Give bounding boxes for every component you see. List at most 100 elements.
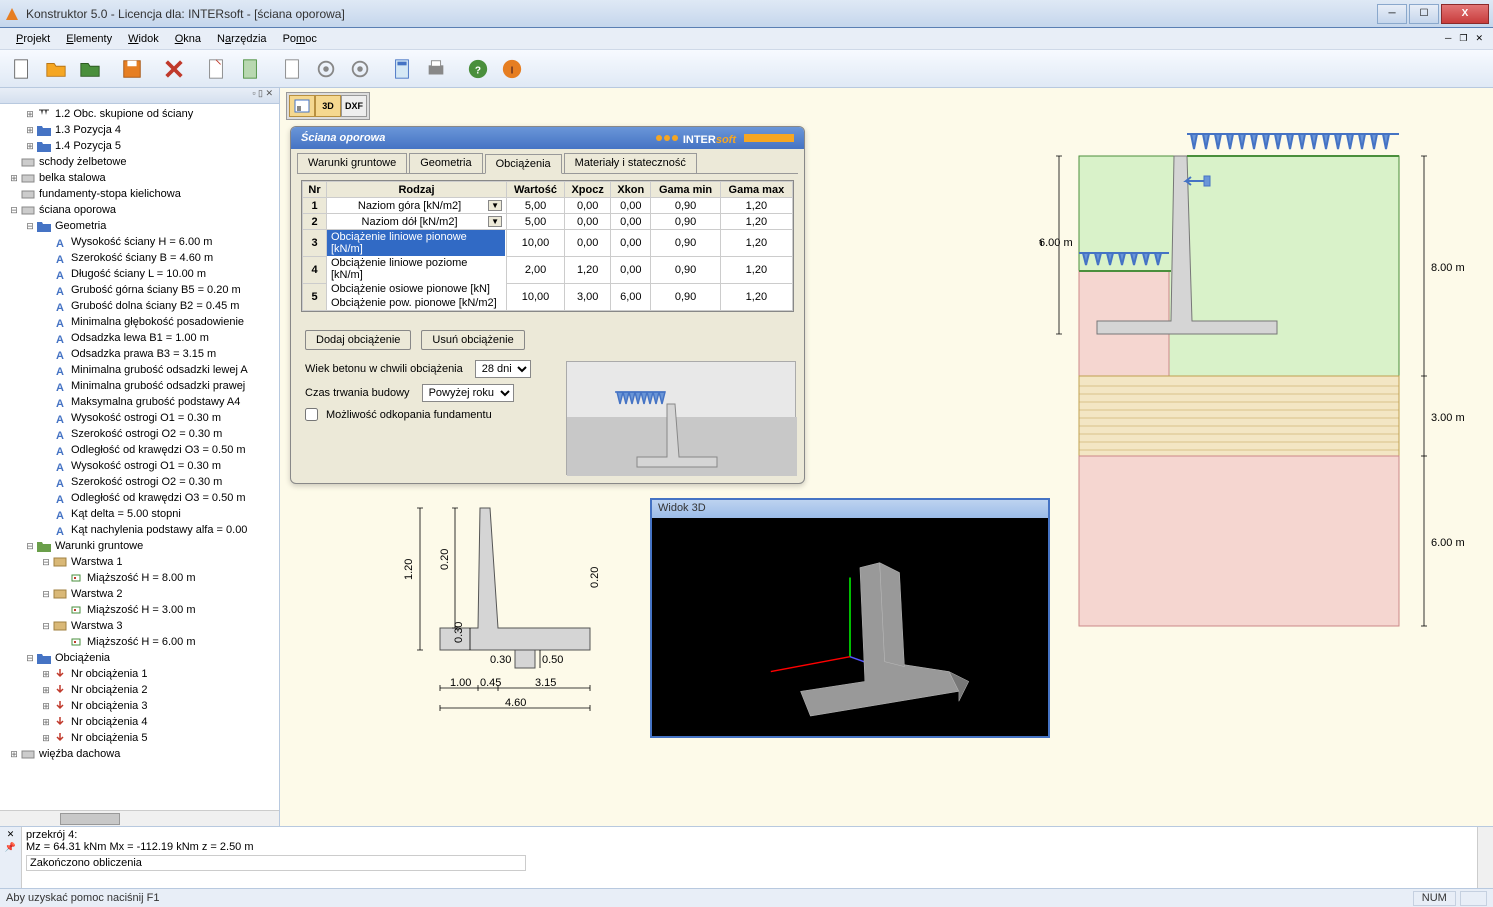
tab-1[interactable]: Geometria (409, 153, 482, 173)
tb-page[interactable] (276, 53, 308, 85)
tree-row[interactable]: AWysokość ostrogi O1 = 0.30 m (0, 410, 279, 426)
select-wiek[interactable]: 28 dni (475, 360, 531, 378)
tb-gear2[interactable] (344, 53, 376, 85)
tree-row[interactable]: ⊞więźba dachowa (0, 746, 279, 762)
status-num: NUM (1413, 891, 1456, 906)
tb-new[interactable] (6, 53, 38, 85)
svg-text:0.30: 0.30 (490, 654, 511, 666)
tree-row[interactable]: ASzerokość ostrogi O2 = 0.30 m (0, 426, 279, 442)
tb-delete[interactable] (158, 53, 190, 85)
mdi-restore[interactable]: ❐ (1457, 33, 1469, 44)
select-czas[interactable]: Powyżej roku (422, 384, 514, 402)
svg-text:A: A (56, 270, 64, 280)
tb-doc2[interactable] (234, 53, 266, 85)
btn-del-load[interactable]: Usuń obciążenie (421, 330, 524, 350)
svg-text:0.20: 0.20 (439, 549, 451, 570)
menu-pomoc[interactable]: Pomoc (275, 31, 325, 47)
minimize-button[interactable]: ─ (1377, 4, 1407, 24)
chk-odkop[interactable]: Możliwość odkopania fundamentu (305, 408, 492, 421)
tree-row[interactable]: ⊟ściana oporowa (0, 202, 279, 218)
tree-row[interactable]: AGrubość dolna ściany B2 = 0.45 m (0, 298, 279, 314)
tree-row[interactable]: ⊞belka stalowa (0, 170, 279, 186)
tree-row[interactable]: ⊟Geometria (0, 218, 279, 234)
tree-row[interactable]: AOdsadzka lewa B1 = 1.00 m (0, 330, 279, 346)
load-grid[interactable]: NrRodzajWartośćXpoczXkonGama minGama max… (301, 180, 794, 312)
mdi-close[interactable]: ✕ (1473, 33, 1485, 44)
widok-3d[interactable]: Widok 3D (650, 498, 1050, 738)
tree-row[interactable]: ⊞Nr obciążenia 5 (0, 730, 279, 746)
tree-row[interactable]: ⊟Obciążenia (0, 650, 279, 666)
tree-row[interactable]: ⊞Nr obciążenia 3 (0, 698, 279, 714)
tb-open[interactable] (40, 53, 72, 85)
menu-widok[interactable]: Widok (120, 31, 167, 47)
dd-option[interactable]: Obciążenie liniowe pionowe [kN/m] (327, 230, 505, 256)
tree-row[interactable]: ⊟Warstwa 3 (0, 618, 279, 634)
mdi-minimize[interactable]: ─ (1443, 33, 1453, 44)
tree-row[interactable]: fundamenty-stopa kielichowa (0, 186, 279, 202)
tree-row[interactable]: AOdległość od krawędzi O3 = 0.50 m (0, 490, 279, 506)
out-pin[interactable]: 📌 (5, 842, 16, 853)
tree-row[interactable]: Miąższość H = 3.00 m (0, 602, 279, 618)
tree-row[interactable]: ⊟Warunki gruntowe (0, 538, 279, 554)
menu-narzedzia[interactable]: Narzędzia (209, 31, 275, 47)
view-3d[interactable]: 3D (315, 95, 341, 117)
tree-row[interactable]: ⊞1.4 Pozycja 5 (0, 138, 279, 154)
tree-row[interactable]: ⊞Nr obciążenia 2 (0, 682, 279, 698)
tb-open2[interactable] (74, 53, 106, 85)
tree-row[interactable]: AKąt delta = 5.00 stopni (0, 506, 279, 522)
tab-3[interactable]: Materiały i stateczność (564, 153, 697, 173)
tree-row[interactable]: ⊞Nr obciążenia 4 (0, 714, 279, 730)
tab-0[interactable]: Warunki gruntowe (297, 153, 407, 173)
tb-print[interactable] (420, 53, 452, 85)
tree-row[interactable]: AMinimalna grubość odsadzki lewej A (0, 362, 279, 378)
titlebar: Konstruktor 5.0 - Licencja dla: INTERsof… (0, 0, 1493, 28)
tree-h-scroll[interactable] (0, 810, 279, 826)
dd-option[interactable]: Obciążenie pow. pionowe [kN/m2] (327, 296, 505, 310)
output-input[interactable] (26, 855, 526, 871)
tree-row[interactable]: schody żelbetowe (0, 154, 279, 170)
tree-panel-header: ▫ ▯ ✕ (0, 88, 279, 104)
out-close[interactable]: ✕ (7, 829, 15, 840)
tb-calc[interactable] (386, 53, 418, 85)
tb-doc1[interactable] (200, 53, 232, 85)
tree-row[interactable]: ⊞1.3 Pozycja 4 (0, 122, 279, 138)
tree-row[interactable]: AKąt nachylenia podstawy alfa = 0.00 (0, 522, 279, 538)
tree-row[interactable]: AGrubość górna ściany B5 = 0.20 m (0, 282, 279, 298)
output-vscroll[interactable] (1477, 827, 1493, 888)
tree-row[interactable]: ⊞Nr obciążenia 1 (0, 666, 279, 682)
project-tree[interactable]: ⊞1.2 Obc. skupione od ściany⊞1.3 Pozycja… (0, 104, 279, 810)
tree-row[interactable]: ⊟Warstwa 1 (0, 554, 279, 570)
dd-option[interactable]: Obciążenie osiowe pionowe [kN] (327, 282, 505, 296)
tree-row[interactable]: AOdsadzka prawa B3 = 3.15 m (0, 346, 279, 362)
menu-okna[interactable]: Okna (167, 31, 209, 47)
tree-row[interactable]: ⊟Warstwa 2 (0, 586, 279, 602)
dd-option[interactable]: Obciążenie liniowe poziome [kN/m] (327, 256, 505, 282)
menu-elementy[interactable]: Elementy (58, 31, 120, 47)
tb-info[interactable]: I (496, 53, 528, 85)
view-dxf[interactable]: DXF (341, 95, 367, 117)
tree-row[interactable]: Miąższość H = 8.00 m (0, 570, 279, 586)
tree-row[interactable]: ASzerokość ściany B = 4.60 m (0, 250, 279, 266)
tree-row[interactable]: AMinimalna głębokość posadowienie (0, 314, 279, 330)
view-2d[interactable] (289, 95, 315, 117)
tree-row[interactable]: ADługość ściany L = 10.00 m (0, 266, 279, 282)
close-button[interactable]: X (1441, 4, 1489, 24)
svg-text:0.20: 0.20 (589, 567, 601, 588)
tree-row[interactable]: AWysokość ściany H = 6.00 m (0, 234, 279, 250)
svg-text:8.00 m: 8.00 m (1431, 262, 1465, 274)
tree-row[interactable]: AMaksymalna grubość podstawy A4 (0, 394, 279, 410)
widok-3d-canvas[interactable] (652, 518, 1048, 736)
maximize-button[interactable]: ☐ (1409, 4, 1439, 24)
tb-help[interactable]: ? (462, 53, 494, 85)
tree-row[interactable]: AMinimalna grubość odsadzki prawej (0, 378, 279, 394)
menu-projekt[interactable]: Projekt (8, 31, 58, 47)
tab-2[interactable]: Obciążenia (485, 154, 562, 174)
tb-gear1[interactable] (310, 53, 342, 85)
tree-row[interactable]: AWysokość ostrogi O1 = 0.30 m (0, 458, 279, 474)
tree-row[interactable]: ASzerokość ostrogi O2 = 0.30 m (0, 474, 279, 490)
tree-row[interactable]: AOdległość od krawędzi O3 = 0.50 m (0, 442, 279, 458)
tree-row[interactable]: Miąższość H = 6.00 m (0, 634, 279, 650)
tree-row[interactable]: ⊞1.2 Obc. skupione od ściany (0, 106, 279, 122)
btn-add-load[interactable]: Dodaj obciążenie (305, 330, 411, 350)
tb-save[interactable] (116, 53, 148, 85)
